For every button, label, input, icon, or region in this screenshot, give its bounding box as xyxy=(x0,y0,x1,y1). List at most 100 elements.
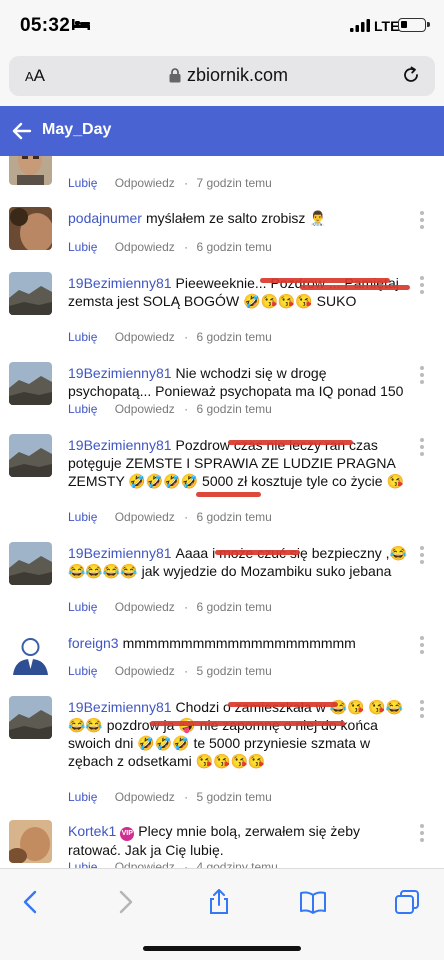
comment-time: 6 godzin temu xyxy=(196,510,272,524)
avatar[interactable] xyxy=(9,272,52,315)
comment-item: 19Bezimienny81 Nie wchodzi się w drogę ps… xyxy=(0,362,444,426)
comment-author[interactable]: 19Bezimienny81 xyxy=(68,545,172,561)
more-options-icon[interactable] xyxy=(419,546,425,566)
comment-time: 5 godzin temu xyxy=(196,664,272,678)
like-link[interactable]: Lubię xyxy=(68,600,97,614)
comment-author[interactable]: podajnumer xyxy=(68,210,142,226)
avatar[interactable] xyxy=(9,207,52,250)
more-options-icon[interactable] xyxy=(419,366,425,386)
more-options-icon[interactable] xyxy=(419,438,425,458)
comment-feed[interactable]: Lubię Odpowiedz · 7 godzin temu podajnum… xyxy=(0,156,444,868)
back-icon[interactable] xyxy=(18,889,44,915)
address-bar[interactable]: AA zbiornik.com xyxy=(9,56,435,96)
more-options-icon[interactable] xyxy=(419,700,425,720)
like-link[interactable]: Lubię xyxy=(68,176,97,190)
comment-item: Kortek1 VIP Plecy mnie bolą, zerwałem się … xyxy=(0,820,444,868)
avatar[interactable] xyxy=(9,156,52,185)
text-size-button[interactable]: AA xyxy=(25,66,45,86)
more-options-icon[interactable] xyxy=(419,636,425,656)
home-indicator xyxy=(143,946,301,951)
comment-text: myślałem ze salto zrobisz 👨‍⚕️ xyxy=(145,210,327,226)
sleep-mode-icon xyxy=(72,19,90,30)
avatar[interactable] xyxy=(9,362,52,405)
more-options-icon[interactable] xyxy=(419,824,425,844)
comment-time: 5 godzin temu xyxy=(196,790,272,804)
reply-link[interactable]: Odpowiedz xyxy=(115,330,175,344)
avatar[interactable] xyxy=(9,820,52,863)
comment-time: 6 godzin temu xyxy=(196,330,272,344)
comment-item: Lubię Odpowiedz · 7 godzin temu xyxy=(0,156,444,192)
comment-body: foreign3 mmmmmmmmmmmmmmmmmmmm xyxy=(68,634,408,652)
comment-item: 19Bezimienny81 Chodzi o zamieszkała w 😂😘 … xyxy=(0,696,444,814)
reply-link[interactable]: Odpowiedz xyxy=(115,600,175,614)
cellular-signal-icon xyxy=(350,19,370,32)
comment-time: 6 godzin temu xyxy=(196,402,272,416)
tabs-icon[interactable] xyxy=(394,889,420,915)
comment-item: 19Bezimienny81 Pozdrow czas nie leczy ran… xyxy=(0,434,444,536)
like-link[interactable]: Lubię xyxy=(68,790,97,804)
comment-actions: Lubię Odpowiedz · 6 godzin temu xyxy=(68,240,272,254)
like-link[interactable]: Lubię xyxy=(68,330,97,344)
comment-actions: Lubię Odpowiedz · 4 godziny temu xyxy=(68,860,278,868)
reply-link[interactable]: Odpowiedz xyxy=(115,402,175,416)
more-options-icon[interactable] xyxy=(419,156,425,164)
comment-author[interactable]: 19Bezimienny81 xyxy=(68,437,172,453)
like-link[interactable]: Lubię xyxy=(68,664,97,678)
comment-author[interactable]: 19Bezimienny81 xyxy=(68,699,172,715)
redaction-mark xyxy=(150,721,345,726)
back-arrow-icon[interactable] xyxy=(12,121,32,141)
comment-actions: Lubię Odpowiedz · 6 godzin temu xyxy=(68,330,272,344)
comment-author[interactable]: foreign3 xyxy=(68,635,119,651)
thread-header: May_Day xyxy=(0,106,444,156)
comment-item: podajnumer myślałem ze salto zrobisz 👨‍⚕️… xyxy=(0,207,444,267)
reload-icon[interactable] xyxy=(401,65,421,85)
like-link[interactable]: Lubię xyxy=(68,240,97,254)
redaction-mark xyxy=(215,550,300,555)
comment-body: 19Bezimienny81 Nie wchodzi się w drogę ps… xyxy=(68,364,408,400)
comment-actions: Lubię Odpowiedz · 5 godzin temu xyxy=(68,790,272,804)
lock-icon xyxy=(169,68,181,83)
comment-actions: Lubię Odpowiedz · 7 godzin temu xyxy=(68,176,272,190)
comment-body: podajnumer myślałem ze salto zrobisz 👨‍⚕️ xyxy=(68,209,408,227)
avatar[interactable] xyxy=(9,434,52,477)
comment-item: 19Bezimienny81Aaaa i może czuć się bezpi… xyxy=(0,542,444,626)
clock: 05:32 xyxy=(20,15,71,36)
comment-body: Kortek1 VIP Plecy mnie bolą, zerwałem się … xyxy=(68,822,408,859)
like-link[interactable]: Lubię xyxy=(68,860,97,868)
avatar[interactable] xyxy=(9,632,52,675)
redaction-mark xyxy=(260,278,390,283)
network-type: LTE xyxy=(374,18,400,34)
redaction-mark xyxy=(228,440,353,445)
like-link[interactable]: Lubię xyxy=(68,402,97,416)
avatar[interactable] xyxy=(9,696,52,739)
more-options-icon[interactable] xyxy=(419,211,425,231)
reply-link[interactable]: Odpowiedz xyxy=(115,240,175,254)
comment-item: 19Bezimienny81 Pieeweeknie... Pozdrow ...… xyxy=(0,272,444,354)
redaction-mark xyxy=(300,285,410,290)
forward-icon[interactable] xyxy=(112,889,138,915)
comment-time: 6 godzin temu xyxy=(196,600,272,614)
reply-link[interactable]: Odpowiedz xyxy=(115,176,175,190)
vip-badge: VIP xyxy=(120,827,135,841)
bookmarks-icon[interactable] xyxy=(300,889,326,915)
reply-link[interactable]: Odpowiedz xyxy=(115,860,175,868)
comment-author[interactable]: Kortek1 xyxy=(68,823,116,839)
reply-link[interactable]: Odpowiedz xyxy=(115,664,175,678)
comment-body: 19Bezimienny81 Chodzi o zamieszkała w 😂😘 … xyxy=(68,698,408,770)
url-domain: zbiornik.com xyxy=(187,65,289,85)
more-options-icon[interactable] xyxy=(419,276,425,296)
comment-author[interactable]: 19Bezimienny81 xyxy=(68,365,172,381)
like-link[interactable]: Lubię xyxy=(68,510,97,524)
comment-time: 6 godzin temu xyxy=(196,240,272,254)
reply-link[interactable]: Odpowiedz xyxy=(115,790,175,804)
avatar[interactable] xyxy=(9,542,52,585)
browser-address-area: AA zbiornik.com xyxy=(0,50,444,106)
comment-actions: Lubię Odpowiedz · 5 godzin temu xyxy=(68,664,272,678)
comment-time: 7 godzin temu xyxy=(196,176,272,190)
comment-actions: Lubię Odpowiedz · 6 godzin temu xyxy=(68,402,272,416)
battery-icon xyxy=(398,18,430,32)
page-title: May_Day xyxy=(42,121,112,138)
share-icon[interactable] xyxy=(206,889,232,915)
reply-link[interactable]: Odpowiedz xyxy=(115,510,175,524)
comment-author[interactable]: 19Bezimienny81 xyxy=(68,275,172,291)
